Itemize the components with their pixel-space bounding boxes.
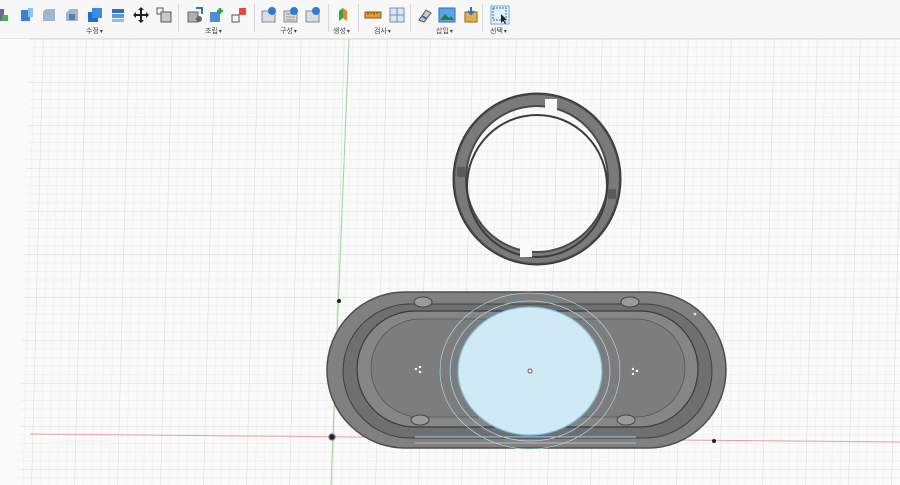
new-component-icon[interactable] xyxy=(186,6,204,24)
axis-icon[interactable] xyxy=(334,6,352,24)
fillet-icon[interactable] xyxy=(40,6,58,24)
midplane-icon[interactable] xyxy=(304,6,322,24)
viewport-scene[interactable] xyxy=(0,39,900,485)
toolbar-group-select: 선택▾ xyxy=(484,0,524,38)
toolbar-group-label-modify[interactable]: 수정▾ xyxy=(86,26,103,36)
base-plate-body[interactable] xyxy=(326,291,727,450)
create-form-icon[interactable] xyxy=(0,6,10,24)
toolbar-group-label-assemble[interactable]: 조립▾ xyxy=(205,26,222,36)
toolbar-group-label-construct[interactable]: 구성▾ xyxy=(280,26,297,36)
joint-icon[interactable] xyxy=(208,6,226,24)
combine-icon[interactable] xyxy=(109,6,127,24)
press-pull-icon[interactable] xyxy=(18,6,36,24)
toolbar: 수정▾ 조립▾ 구성▾ 생성▾ 검사▾ 삽입▾ 선택▾ xyxy=(0,0,900,39)
toolbar-separator xyxy=(482,4,483,32)
toolbar-separator xyxy=(254,4,255,32)
toolbar-group-create: 생성▾ xyxy=(330,0,358,38)
select-window-icon[interactable] xyxy=(490,5,510,25)
sketch-point[interactable] xyxy=(337,299,341,303)
move-icon[interactable] xyxy=(132,6,150,24)
toolbar-separator xyxy=(328,4,329,32)
toolbar-group-label-select[interactable]: 선택▾ xyxy=(490,26,507,36)
section-analysis-icon[interactable] xyxy=(388,6,406,24)
toolbar-group-label-inspect[interactable]: 검사▾ xyxy=(374,26,391,36)
offset-plane-icon[interactable] xyxy=(260,6,278,24)
shell-icon[interactable] xyxy=(86,6,104,24)
measure-icon[interactable] xyxy=(364,6,382,24)
toolbar-separator xyxy=(410,4,411,32)
insert-decal-icon[interactable] xyxy=(416,6,434,24)
toolbar-group-inspect: 검사▾ xyxy=(360,0,410,38)
sketch-point[interactable] xyxy=(712,439,716,443)
chamfer-icon[interactable] xyxy=(63,6,81,24)
toolbar-group-label-insert[interactable]: 삽입▾ xyxy=(436,26,453,36)
insert-mesh-icon[interactable] xyxy=(462,6,480,24)
toolbar-group-insert: 삽입▾ xyxy=(412,0,482,38)
toolbar-group-assemble: 조립▾ xyxy=(180,0,254,38)
origin-point[interactable] xyxy=(328,433,336,441)
3d-viewport[interactable] xyxy=(0,39,900,485)
scale-icon[interactable] xyxy=(155,6,173,24)
toolbar-group-modify: 수정▾ xyxy=(0,0,178,38)
plane-at-angle-icon[interactable] xyxy=(282,6,300,24)
as-built-joint-icon[interactable] xyxy=(230,6,248,24)
toolbar-separator xyxy=(178,4,179,32)
toolbar-separator xyxy=(358,4,359,32)
insert-canvas-icon[interactable] xyxy=(438,6,456,24)
toolbar-group-label-create[interactable]: 생성▾ xyxy=(333,26,350,36)
toolbar-group-construct: 구성▾ xyxy=(256,0,328,38)
